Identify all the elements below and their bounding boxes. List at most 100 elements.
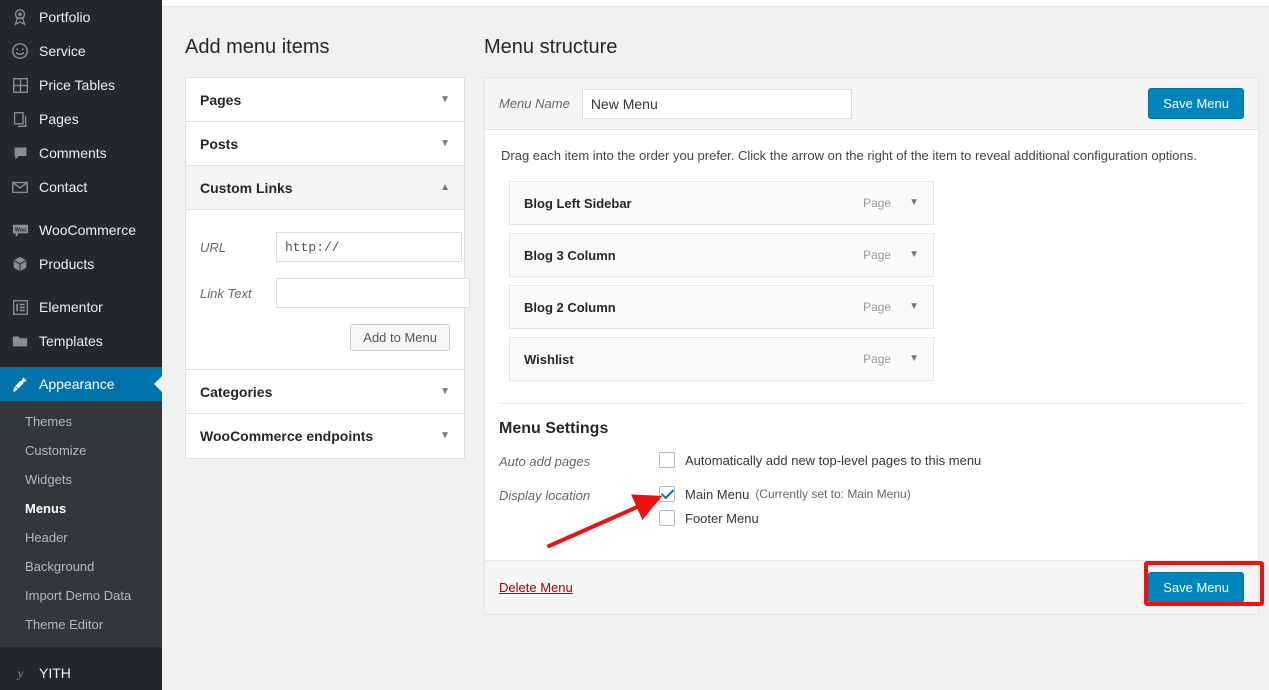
sidebar-divider <box>0 281 162 290</box>
paintbrush-icon <box>10 374 30 394</box>
menu-item-type: Page <box>863 196 892 210</box>
footer-menu-label: Footer Menu <box>685 510 759 526</box>
svg-text:y: y <box>15 666 23 680</box>
chevron-down-icon[interactable]: ▼ <box>440 94 450 105</box>
sidebar-subitem-widgets[interactable]: Widgets <box>0 465 162 494</box>
accordion-header-pages[interactable]: Pages ▼ <box>186 78 464 122</box>
admin-sidebar: Portfolio Service Price Tables Pages Com… <box>0 0 162 690</box>
auto-add-pages-row: Auto add pages Automatically add new top… <box>499 452 1244 476</box>
sidebar-item-label: YITH <box>39 665 71 681</box>
url-row: URL <box>200 232 462 262</box>
menu-settings-section: Menu Settings Auto add pages Automatical… <box>499 403 1244 554</box>
custom-links-panel: URL Link Text Add to Menu <box>186 210 470 370</box>
sidebar-item-yith[interactable]: y YITH <box>0 656 162 690</box>
svg-text:Woo: Woo <box>14 227 25 233</box>
sidebar-item-appearance[interactable]: Appearance <box>0 367 162 401</box>
woocommerce-icon: Woo <box>10 220 30 240</box>
link-text-input[interactable] <box>276 278 470 308</box>
menu-actions-bar: Delete Menu Save Menu <box>485 560 1258 614</box>
chevron-down-icon[interactable]: ▼ <box>909 302 919 312</box>
top-strip <box>162 0 1269 7</box>
add-menu-items-column: Add menu items Pages ▼ Posts ▼ Custom Li… <box>185 35 470 459</box>
sidebar-item-products[interactable]: Products <box>0 247 162 281</box>
drag-hint-text: Drag each item into the order you prefer… <box>501 148 1197 163</box>
auto-add-pages-label: Auto add pages <box>499 454 591 469</box>
sidebar-item-label: Contact <box>39 179 88 195</box>
menu-items-list: Blog Left Sidebar Page ▼ Blog 3 Column P… <box>509 181 934 381</box>
accordion-header-categories[interactable]: Categories ▼ <box>186 370 464 414</box>
accordion-label: WooCommerce endpoints <box>200 428 374 444</box>
display-location-label: Display location <box>499 488 591 503</box>
sidebar-item-label: Comments <box>39 145 107 161</box>
sidebar-subitem-customize[interactable]: Customize <box>0 436 162 465</box>
sidebar-item-label: Products <box>39 256 95 272</box>
main-menu-note: (Currently set to: Main Menu) <box>755 487 911 501</box>
accordion-header-woocommerce-endpoints[interactable]: WooCommerce endpoints ▼ <box>186 414 464 458</box>
menu-settings-title: Menu Settings <box>499 420 609 437</box>
sidebar-subitem-menus[interactable]: Menus <box>0 494 162 523</box>
accordion-header-posts[interactable]: Posts ▼ <box>186 122 464 166</box>
auto-add-pages-option-label: Automatically add new top-level pages to… <box>685 452 982 468</box>
comment-icon <box>10 143 30 163</box>
menu-item-label: Blog 3 Column <box>524 247 616 263</box>
chevron-down-icon[interactable]: ▼ <box>909 354 919 364</box>
sidebar-subitem-header[interactable]: Header <box>0 523 162 552</box>
sidebar-subitem-themes[interactable]: Themes <box>0 407 162 436</box>
chevron-down-icon[interactable]: ▼ <box>440 138 450 149</box>
main-menu-label: Main Menu <box>685 486 750 502</box>
sidebar-item-service[interactable]: Service <box>0 34 162 68</box>
menu-name-input[interactable] <box>581 88 852 119</box>
chevron-up-icon[interactable]: ▲ <box>440 182 450 193</box>
menu-item-row[interactable]: Wishlist Page ▼ <box>509 337 934 381</box>
accordion-label: Pages <box>200 91 242 108</box>
award-icon <box>10 7 30 27</box>
box-icon <box>10 254 30 274</box>
menu-item-row[interactable]: Blog 3 Column Page ▼ <box>509 233 934 277</box>
menu-item-type: Page <box>863 352 892 366</box>
save-menu-button-bottom[interactable]: Save Menu <box>1148 571 1244 604</box>
add-to-menu-button[interactable]: Add to Menu <box>350 324 450 351</box>
menu-name-bar: Menu Name Save Menu <box>485 78 1258 130</box>
sidebar-subitem-background[interactable]: Background <box>0 552 162 581</box>
menu-item-row[interactable]: Blog 2 Column Page ▼ <box>509 285 934 329</box>
sidebar-item-elementor[interactable]: Elementor <box>0 290 162 324</box>
link-text-label: Link Text <box>200 285 252 301</box>
auto-add-pages-checkbox[interactable] <box>659 452 675 468</box>
delete-menu-link[interactable]: Delete Menu <box>499 580 573 595</box>
add-to-menu-row: Add to Menu <box>200 324 450 351</box>
sidebar-item-contact[interactable]: Contact <box>0 170 162 204</box>
menu-name-label: Menu Name <box>499 96 570 111</box>
menu-item-type: Page <box>863 248 892 262</box>
sidebar-item-label: Service <box>39 43 86 59</box>
chevron-down-icon[interactable]: ▼ <box>909 250 919 260</box>
auto-add-pages-option[interactable]: Automatically add new top-level pages to… <box>659 452 981 468</box>
sidebar-item-label: Price Tables <box>39 77 116 93</box>
chevron-down-icon[interactable]: ▼ <box>440 431 450 441</box>
sidebar-item-woocommerce[interactable]: Woo WooCommerce <box>0 213 162 247</box>
sidebar-item-price-tables[interactable]: Price Tables <box>0 68 162 102</box>
footer-menu-checkbox[interactable] <box>659 510 675 526</box>
chevron-down-icon[interactable]: ▼ <box>909 198 919 208</box>
chevron-down-icon[interactable]: ▼ <box>440 386 450 397</box>
sidebar-item-label: WooCommerce <box>39 222 136 238</box>
menu-item-row[interactable]: Blog Left Sidebar Page ▼ <box>509 181 934 225</box>
sidebar-subitem-import-demo-data[interactable]: Import Demo Data <box>0 581 162 610</box>
sidebar-item-label: Appearance <box>39 376 115 392</box>
menu-item-label: Blog 2 Column <box>524 299 616 315</box>
smiley-icon <box>10 41 30 61</box>
sidebar-item-portfolio[interactable]: Portfolio <box>0 0 162 34</box>
sidebar-subitem-theme-editor[interactable]: Theme Editor <box>0 610 162 639</box>
accordion-header-custom-links[interactable]: Custom Links ▲ <box>186 166 464 210</box>
sidebar-item-label: Templates <box>39 333 103 349</box>
save-menu-button-top[interactable]: Save Menu <box>1148 87 1244 120</box>
sidebar-item-comments[interactable]: Comments <box>0 136 162 170</box>
sidebar-item-pages[interactable]: Pages <box>0 102 162 136</box>
accordion-label: Custom Links <box>200 179 293 196</box>
display-location-option-main-menu[interactable]: Main Menu (Currently set to: Main Menu) <box>659 486 911 502</box>
menu-item-label: Wishlist <box>524 351 574 367</box>
display-location-option-footer-menu[interactable]: Footer Menu <box>659 510 911 526</box>
sidebar-item-templates[interactable]: Templates <box>0 324 162 358</box>
main-menu-checkbox[interactable] <box>659 486 675 502</box>
menu-structure-body: Drag each item into the order you prefer… <box>485 130 1258 560</box>
url-input[interactable] <box>276 232 462 262</box>
